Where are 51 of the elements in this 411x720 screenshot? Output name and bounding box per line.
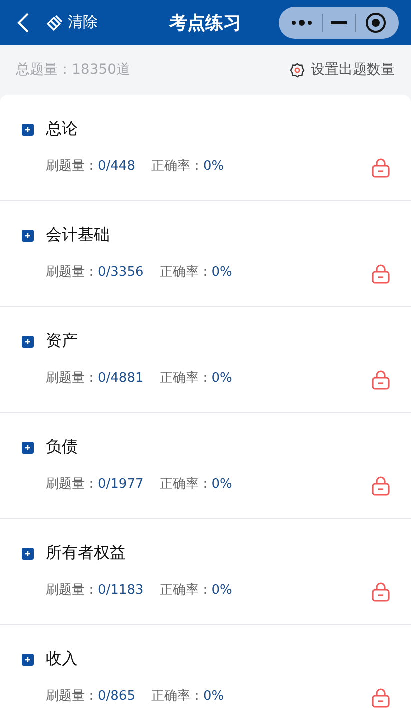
- count-value: 0/4881: [98, 370, 144, 386]
- topic-title[interactable]: 负债: [46, 437, 78, 458]
- topic-title[interactable]: 资产: [46, 331, 78, 352]
- count-label: 刷题量：: [46, 370, 98, 387]
- count-label: 刷题量：: [46, 264, 98, 281]
- count-value: 0/1977: [98, 476, 144, 492]
- expand-icon[interactable]: [22, 124, 34, 136]
- accuracy-value: 0%: [212, 582, 232, 598]
- back-icon[interactable]: [16, 12, 30, 34]
- count-value: 0/865: [98, 688, 136, 704]
- count-value: 0/1183: [98, 582, 144, 598]
- settings-icon: [290, 62, 305, 78]
- accuracy-value: 0%: [212, 264, 232, 280]
- lock-icon[interactable]: [371, 688, 391, 708]
- expand-icon[interactable]: [22, 442, 34, 454]
- accuracy-value: 0%: [212, 370, 232, 386]
- accuracy-label: 正确率：: [160, 582, 212, 599]
- accuracy-label: 正确率：: [160, 476, 212, 493]
- topic-title[interactable]: 所有者权益: [46, 543, 126, 564]
- page-title: 考点练习: [170, 12, 242, 34]
- accuracy-label: 正确率：: [151, 158, 204, 175]
- expand-icon[interactable]: [22, 654, 34, 666]
- count-value: 0/3356: [98, 264, 144, 280]
- topic-title[interactable]: 会计基础: [46, 225, 110, 246]
- lock-icon[interactable]: [371, 370, 391, 390]
- expand-icon[interactable]: [22, 230, 34, 242]
- close-icon[interactable]: [364, 12, 387, 34]
- lock-icon[interactable]: [371, 264, 391, 284]
- accuracy-value: 0%: [203, 688, 224, 704]
- lock-icon[interactable]: [371, 476, 391, 496]
- count-label: 刷题量：: [46, 582, 98, 599]
- lock-icon[interactable]: [371, 582, 391, 602]
- accuracy-label: 正确率：: [151, 688, 204, 705]
- count-label: 刷题量：: [46, 158, 98, 175]
- count-label: 刷题量：: [46, 688, 98, 705]
- topic-title[interactable]: 总论: [46, 119, 78, 140]
- expand-icon[interactable]: [22, 336, 34, 348]
- total-count: 总题量：18350道: [16, 61, 131, 79]
- expand-icon[interactable]: [22, 548, 34, 560]
- settings-button[interactable]: 设置出题数量: [290, 61, 395, 79]
- accuracy-label: 正确率：: [160, 264, 212, 281]
- topic-title[interactable]: 收入: [46, 649, 78, 670]
- count-value: 0/448: [98, 158, 136, 174]
- accuracy-label: 正确率：: [160, 370, 212, 387]
- accuracy-value: 0%: [212, 476, 232, 492]
- more-icon[interactable]: [291, 18, 314, 26]
- minimize-icon[interactable]: [330, 20, 347, 24]
- accuracy-value: 0%: [203, 158, 224, 174]
- clear-button[interactable]: 清除: [46, 13, 98, 32]
- count-label: 刷题量：: [46, 476, 98, 493]
- lock-icon[interactable]: [371, 158, 391, 178]
